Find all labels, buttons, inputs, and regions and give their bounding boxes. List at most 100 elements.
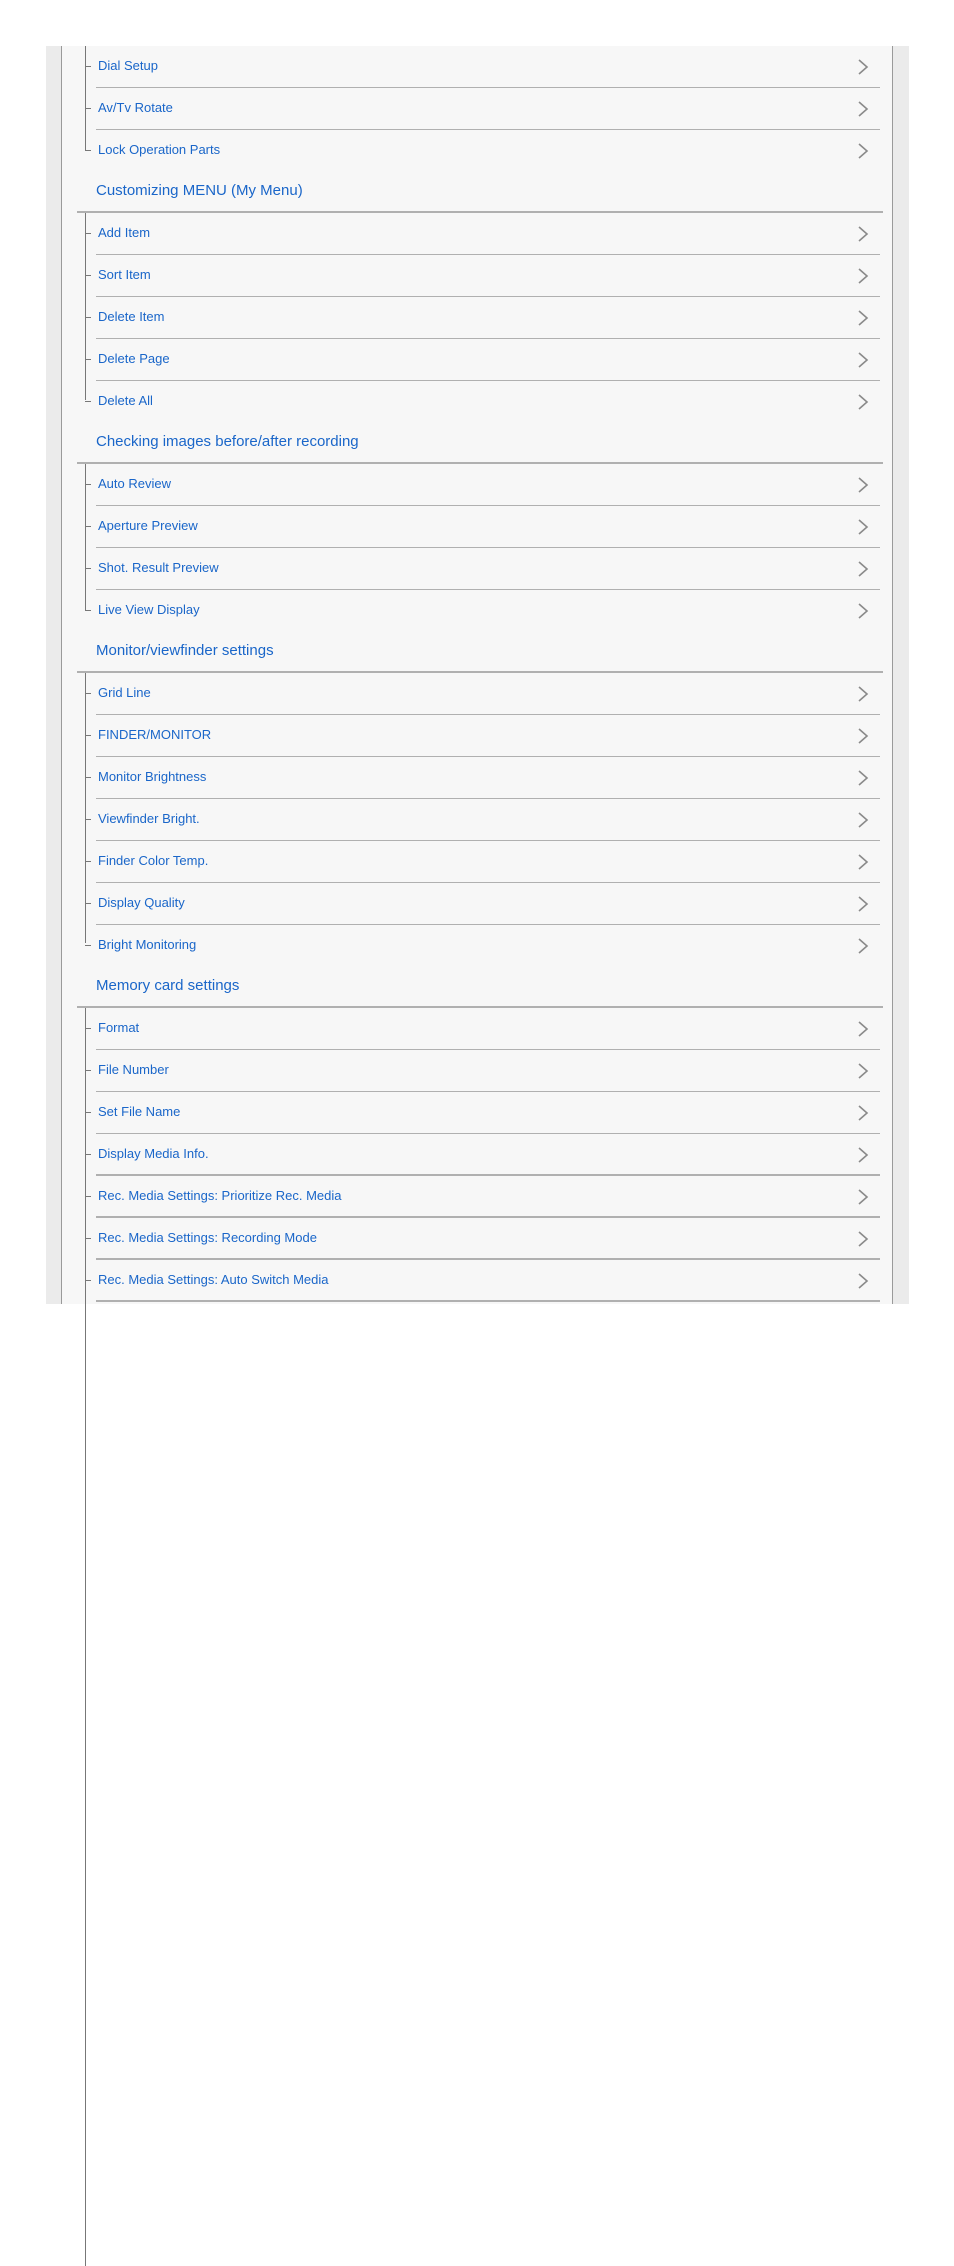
menu-item-sort-item[interactable]: Sort Item — [85, 255, 880, 297]
menu-item-label: Grid Line — [98, 685, 151, 700]
chevron-right-icon[interactable] — [856, 895, 870, 913]
tree-branch — [85, 526, 91, 527]
menu-item-label: Display Media Info. — [98, 1146, 209, 1161]
menu-item-label: Rec. Media Settings: Prioritize Rec. Med… — [98, 1188, 342, 1203]
chevron-right-icon[interactable] — [856, 602, 870, 620]
tree-branch — [85, 1112, 91, 1113]
tree-branch — [85, 1238, 91, 1239]
menu-item-bright-monitoring[interactable]: Bright Monitoring — [85, 925, 880, 966]
tree-branch — [85, 1154, 91, 1155]
tree-branch — [85, 735, 91, 736]
menu-item-label: Rec. Media Settings: Recording Mode — [98, 1230, 317, 1245]
menu-item-grid-line[interactable]: Grid Line — [85, 673, 880, 715]
menu-item-label: Display Quality — [98, 895, 185, 910]
tree-branch — [85, 233, 91, 234]
chevron-right-icon[interactable] — [856, 685, 870, 703]
tree-connector-line — [85, 464, 86, 610]
menu-item-shot-result-preview[interactable]: Shot. Result Preview — [85, 548, 880, 590]
menu-item-label: Av/Tv Rotate — [98, 100, 173, 115]
section-header-memory-card-settings: Memory card settings — [77, 966, 883, 1008]
menu-item-monitor-brightness[interactable]: Monitor Brightness — [85, 757, 880, 799]
menu-item-label: Delete Page — [98, 351, 170, 366]
menu-item-label: Shot. Result Preview — [98, 560, 219, 575]
tree-branch — [85, 359, 91, 360]
menu-item-label: Add Item — [98, 225, 151, 240]
chevron-right-icon[interactable] — [856, 393, 870, 411]
menu-item-label: Delete All — [98, 393, 153, 408]
chevron-right-icon[interactable] — [856, 58, 870, 76]
menu-item-display-quality[interactable]: Display Quality — [85, 883, 880, 925]
menu-item-display-media-info[interactable]: Display Media Info. — [85, 1134, 880, 1176]
menu-item-format[interactable]: Format — [85, 1008, 880, 1050]
menu-group: Add Item Sort Item Delete Item Delete Page D… — [77, 213, 883, 422]
chevron-right-icon[interactable] — [856, 476, 870, 494]
tree-branch — [85, 66, 91, 67]
chevron-right-icon[interactable] — [856, 1272, 870, 1290]
chevron-right-icon[interactable] — [856, 309, 870, 327]
menu-panel: Dial Setup Av/Tv Rotate Lock Operation Par… — [61, 46, 893, 2266]
menu-item-label: Live View Display — [98, 602, 200, 617]
tree-branch — [85, 108, 91, 109]
tree-branch — [85, 568, 91, 569]
menu-item-rec-media-settings-prioritize-rec-media[interactable]: Rec. Media Settings: Prioritize Rec. Med… — [85, 1176, 880, 1218]
tree-connector-line — [85, 213, 86, 400]
chevron-right-icon[interactable] — [856, 1146, 870, 1164]
menu-item-label: Aperture Preview — [98, 518, 198, 533]
menu-item-add-item[interactable]: Add Item — [85, 213, 880, 255]
chevron-right-icon[interactable] — [856, 727, 870, 745]
chevron-right-icon[interactable] — [856, 225, 870, 243]
section-title: Monitor/viewfinder settings — [96, 642, 274, 659]
section-header-customizing-menu-my-menu: Customizing MENU (My Menu) — [77, 171, 883, 213]
menu-item-label: Viewfinder Bright. — [98, 811, 200, 826]
menu-item-live-view-display[interactable]: Live View Display — [85, 590, 880, 631]
chevron-right-icon[interactable] — [856, 267, 870, 285]
menu-item-delete-page[interactable]: Delete Page — [85, 339, 880, 381]
page-frame: Dial Setup Av/Tv Rotate Lock Operation Par… — [46, 46, 909, 2266]
tree-branch — [85, 1196, 91, 1197]
chevron-right-icon[interactable] — [856, 1230, 870, 1248]
menu-item-set-file-name[interactable]: Set File Name — [85, 1092, 880, 1134]
chevron-right-icon[interactable] — [856, 811, 870, 829]
menu-item-label: File Number — [98, 1062, 169, 1077]
menu-item-av-tv-rotate[interactable]: Av/Tv Rotate — [85, 88, 880, 130]
section-header-monitor-viewfinder-settings: Monitor/viewfinder settings — [77, 631, 883, 673]
menu-item-lock-operation-parts[interactable]: Lock Operation Parts — [85, 130, 880, 171]
chevron-right-icon[interactable] — [856, 560, 870, 578]
menu-item-rec-media-settings-recording-mode[interactable]: Rec. Media Settings: Recording Mode — [85, 1218, 880, 1260]
menu-item-finder-monitor[interactable]: FINDER/MONITOR — [85, 715, 880, 757]
tree-branch — [85, 945, 91, 946]
menu-item-label: Delete Item — [98, 309, 165, 324]
menu-item-file-number[interactable]: File Number — [85, 1050, 880, 1092]
menu-item-auto-review[interactable]: Auto Review — [85, 464, 880, 506]
menu-item-viewfinder-bright[interactable]: Viewfinder Bright. — [85, 799, 880, 841]
chevron-right-icon[interactable] — [856, 937, 870, 955]
chevron-right-icon[interactable] — [856, 769, 870, 787]
tree-branch — [85, 861, 91, 862]
section-title: Checking images before/after recording — [96, 433, 359, 450]
menu-item-label: Bright Monitoring — [98, 937, 197, 952]
chevron-right-icon[interactable] — [856, 1020, 870, 1038]
tree-branch — [85, 1028, 91, 1029]
tree-branch — [85, 401, 91, 402]
chevron-right-icon[interactable] — [856, 1188, 870, 1206]
menu-group: Grid Line FINDER/MONITOR Monitor Brightnes… — [77, 673, 883, 966]
chevron-right-icon[interactable] — [856, 351, 870, 369]
menu-item-label: Rec. Media Settings: Auto Switch Media — [98, 1272, 329, 1287]
menu-item-rec-media-settings-auto-switch-media[interactable]: Rec. Media Settings: Auto Switch Media — [85, 1260, 880, 1302]
menu-item-finder-color-temp[interactable]: Finder Color Temp. — [85, 841, 880, 883]
chevron-right-icon[interactable] — [856, 853, 870, 871]
chevron-right-icon[interactable] — [856, 1104, 870, 1122]
menu-item-aperture-preview[interactable]: Aperture Preview — [85, 506, 880, 548]
chevron-right-icon[interactable] — [856, 518, 870, 536]
tree-branch — [85, 1070, 91, 1071]
menu-item-label: Format — [98, 1020, 140, 1035]
chevron-right-icon[interactable] — [856, 142, 870, 160]
tree-branch — [85, 819, 91, 820]
menu-item-delete-item[interactable]: Delete Item — [85, 297, 880, 339]
menu-item-label: Finder Color Temp. — [98, 853, 209, 868]
chevron-right-icon[interactable] — [856, 1062, 870, 1080]
menu-item-dial-setup[interactable]: Dial Setup — [85, 46, 880, 88]
chevron-right-icon[interactable] — [856, 100, 870, 118]
menu-item-delete-all[interactable]: Delete All — [85, 381, 880, 422]
menu-item-label: Sort Item — [98, 267, 151, 282]
